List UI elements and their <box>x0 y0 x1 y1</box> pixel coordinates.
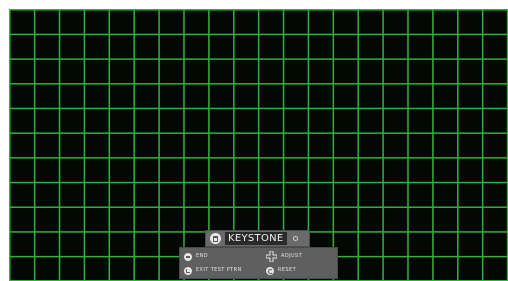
end-icon <box>184 252 192 261</box>
keystone-help-panel: END ADJUST EXIT TEST PTRN RESET <box>180 248 337 278</box>
exit-test-pattern-label: EXIT TEST PTRN <box>196 267 242 273</box>
adjust-hint[interactable]: ADJUST <box>266 251 302 262</box>
projector-screen: KEYSTONE END ADJUST EXIT TEST PTRN RESET <box>0 0 508 281</box>
end-label: END <box>196 253 208 259</box>
keystone-title-bar: KEYSTONE <box>206 231 309 246</box>
enter-icon <box>184 266 192 275</box>
reset-hint[interactable]: RESET <box>266 265 296 276</box>
keystone-icon <box>210 233 221 244</box>
reset-label: RESET <box>278 267 297 273</box>
end-hint[interactable]: END <box>184 251 208 262</box>
reset-icon <box>266 266 274 275</box>
circle-indicator-icon <box>292 236 298 241</box>
exit-test-pattern-hint[interactable]: EXIT TEST PTRN <box>184 265 242 276</box>
keystone-title: KEYSTONE <box>225 232 287 245</box>
adjust-label: ADJUST <box>281 253 303 259</box>
dpad-icon <box>266 251 277 262</box>
